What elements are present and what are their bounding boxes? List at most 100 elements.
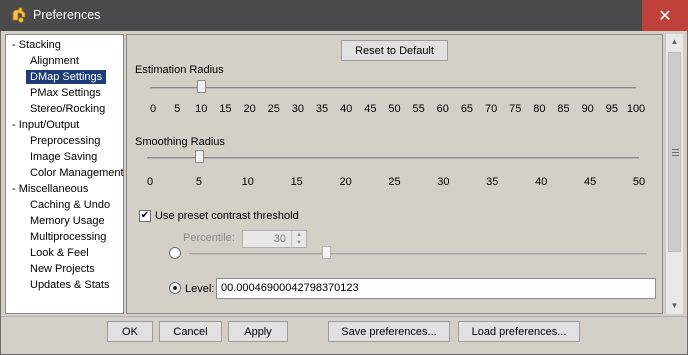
tree-item-label: Updates & Stats <box>30 279 110 291</box>
button-bar: OK Cancel Apply Save preferences... Load… <box>1 316 687 354</box>
ok-button[interactable]: OK <box>107 321 153 342</box>
smoothing-tick-label: 0 <box>146 176 154 188</box>
tree-item-label: PMax Settings <box>30 87 101 99</box>
smoothing-tick-label: 15 <box>290 176 303 188</box>
estimation-tick-label: 5 <box>174 103 181 115</box>
tree-item-label: Memory Usage <box>30 215 105 227</box>
reset-to-default-label: Reset to Default <box>355 44 434 57</box>
close-button[interactable]: ✕ <box>642 0 688 31</box>
window-title: Preferences <box>33 8 101 22</box>
percentile-radio[interactable] <box>169 247 181 259</box>
save-preferences-label: Save preferences... <box>341 325 437 338</box>
estimation-tick-label: 15 <box>219 103 232 115</box>
tree-group[interactable]: - Input/Output <box>6 117 123 133</box>
percentile-slider-track[interactable] <box>189 253 647 255</box>
estimation-radius-track[interactable] <box>150 87 636 89</box>
window-frame: - Stacking Alignment DMap Settings PMax Set… <box>0 31 688 355</box>
scroll-up-icon[interactable]: ▲ <box>666 34 683 50</box>
dmap-settings-panel: Reset to Default Estimation Radius 0 5 10 1… <box>126 34 663 314</box>
estimation-tick-label: 95 <box>605 103 618 115</box>
tree-item[interactable]: DMap Settings <box>6 69 123 85</box>
title-bar[interactable]: Preferences ✕ <box>0 0 688 31</box>
level-input[interactable]: 00.00046900042798370123 <box>216 278 656 299</box>
estimation-tick-label: 30 <box>291 103 305 115</box>
tree-item[interactable]: New Projects <box>6 261 123 277</box>
checkmark-icon: ✔ <box>140 210 150 221</box>
tree-item[interactable]: Alignment <box>6 53 123 69</box>
tree-item[interactable]: Memory Usage <box>6 213 123 229</box>
tree-item-label: Color Management <box>30 167 124 179</box>
smoothing-radius-ticks: 0 5 10 15 20 25 30 35 40 45 50 <box>146 176 645 190</box>
smoothing-tick-label: 35 <box>486 176 499 188</box>
tree-item-label: Alignment <box>30 55 79 67</box>
close-icon: ✕ <box>658 7 672 25</box>
estimation-tick-label: 75 <box>509 103 522 115</box>
tree-item[interactable]: PMax Settings <box>6 85 123 101</box>
smoothing-tick-label: 25 <box>388 176 401 188</box>
estimation-tick-label: 60 <box>436 103 449 115</box>
level-label: Level: <box>185 283 215 295</box>
smoothing-tick-label: 30 <box>437 176 450 188</box>
tree-item-label: Image Saving <box>30 151 98 163</box>
estimation-tick-label: 100 <box>626 103 646 115</box>
estimation-radius-thumb[interactable] <box>197 80 207 93</box>
tree-item-label: - Stacking <box>12 39 61 51</box>
tree-item-label: - Input/Output <box>12 119 80 131</box>
smoothing-tick-label: 40 <box>535 176 548 188</box>
tree-item-label: New Projects <box>30 263 95 275</box>
tree-item[interactable]: Image Saving <box>6 149 123 165</box>
estimation-tick-label: 80 <box>533 103 546 115</box>
smoothing-tick-label: 50 <box>632 176 646 188</box>
estimation-tick-label: 10 <box>195 103 208 115</box>
estimation-tick-label: 90 <box>581 103 594 115</box>
estimation-tick-label: 50 <box>388 103 401 115</box>
tree-item-label: Preprocessing <box>30 135 101 147</box>
estimation-tick-label: 25 <box>267 103 280 115</box>
scroll-thumb[interactable] <box>668 52 681 252</box>
estimation-tick-label: 0 <box>149 103 157 115</box>
tree-group[interactable]: - Miscellaneous <box>6 181 123 197</box>
percentile-spinbox[interactable]: 30 ▲ ▼ <box>242 230 307 248</box>
estimation-tick-label: 40 <box>340 103 353 115</box>
level-radio[interactable] <box>169 282 181 294</box>
use-preset-contrast-checkbox[interactable]: ✔ <box>139 210 151 222</box>
tree-item[interactable]: Stereo/Rocking <box>6 101 123 117</box>
tree-item[interactable]: Updates & Stats <box>6 277 123 293</box>
percentile-slider-thumb[interactable] <box>322 246 332 259</box>
smoothing-tick-label: 5 <box>195 176 202 188</box>
estimation-radius-label: Estimation Radius <box>135 64 224 76</box>
estimation-tick-label: 55 <box>412 103 425 115</box>
tree-item[interactable]: Preprocessing <box>6 133 123 149</box>
app-logo-icon <box>12 7 26 23</box>
spin-arrows-icon[interactable]: ▲ ▼ <box>291 231 306 247</box>
estimation-tick-label: 45 <box>364 103 377 115</box>
estimation-radius-ticks: 0 5 10 15 20 25 30 35 40 45 50 55 60 65 70 75 80 85 90 95 10… <box>149 103 645 117</box>
scroll-down-icon[interactable]: ▼ <box>666 298 683 314</box>
use-preset-contrast-label: Use preset contrast threshold <box>155 210 299 222</box>
tree-item[interactable]: Color Management <box>6 165 124 181</box>
ok-label: OK <box>122 325 138 338</box>
load-preferences-button[interactable]: Load preferences... <box>458 321 580 342</box>
panel-scrollbar[interactable]: ▲ ▼ <box>665 34 683 314</box>
category-tree: - Stacking Alignment DMap Settings PMax Set… <box>5 34 124 314</box>
percentile-value: 30 <box>273 233 286 245</box>
estimation-tick-label: 70 <box>484 103 498 115</box>
estimation-tick-label: 85 <box>557 103 570 115</box>
cancel-button[interactable]: Cancel <box>159 321 222 342</box>
save-preferences-button[interactable]: Save preferences... <box>328 321 450 342</box>
apply-button[interactable]: Apply <box>228 321 288 342</box>
reset-to-default-button[interactable]: Reset to Default <box>341 40 448 61</box>
smoothing-radius-track[interactable] <box>147 157 639 159</box>
smoothing-radius-thumb[interactable] <box>194 150 204 163</box>
tree-item[interactable]: Caching & Undo <box>6 197 123 213</box>
tree-item[interactable]: Multiprocessing <box>6 229 123 245</box>
tree-item[interactable]: Look & Feel <box>6 245 123 261</box>
tree-group[interactable]: - Stacking <box>6 37 123 53</box>
smoothing-radius-label: Smoothing Radius <box>135 136 225 148</box>
estimation-tick-label: 35 <box>315 103 329 115</box>
tree-item-label: - Miscellaneous <box>12 183 89 195</box>
smoothing-tick-label: 45 <box>583 176 597 188</box>
percentile-label: Percentile: <box>183 232 235 244</box>
tree-item-label: Stereo/Rocking <box>30 103 106 115</box>
estimation-tick-label: 20 <box>243 103 256 115</box>
